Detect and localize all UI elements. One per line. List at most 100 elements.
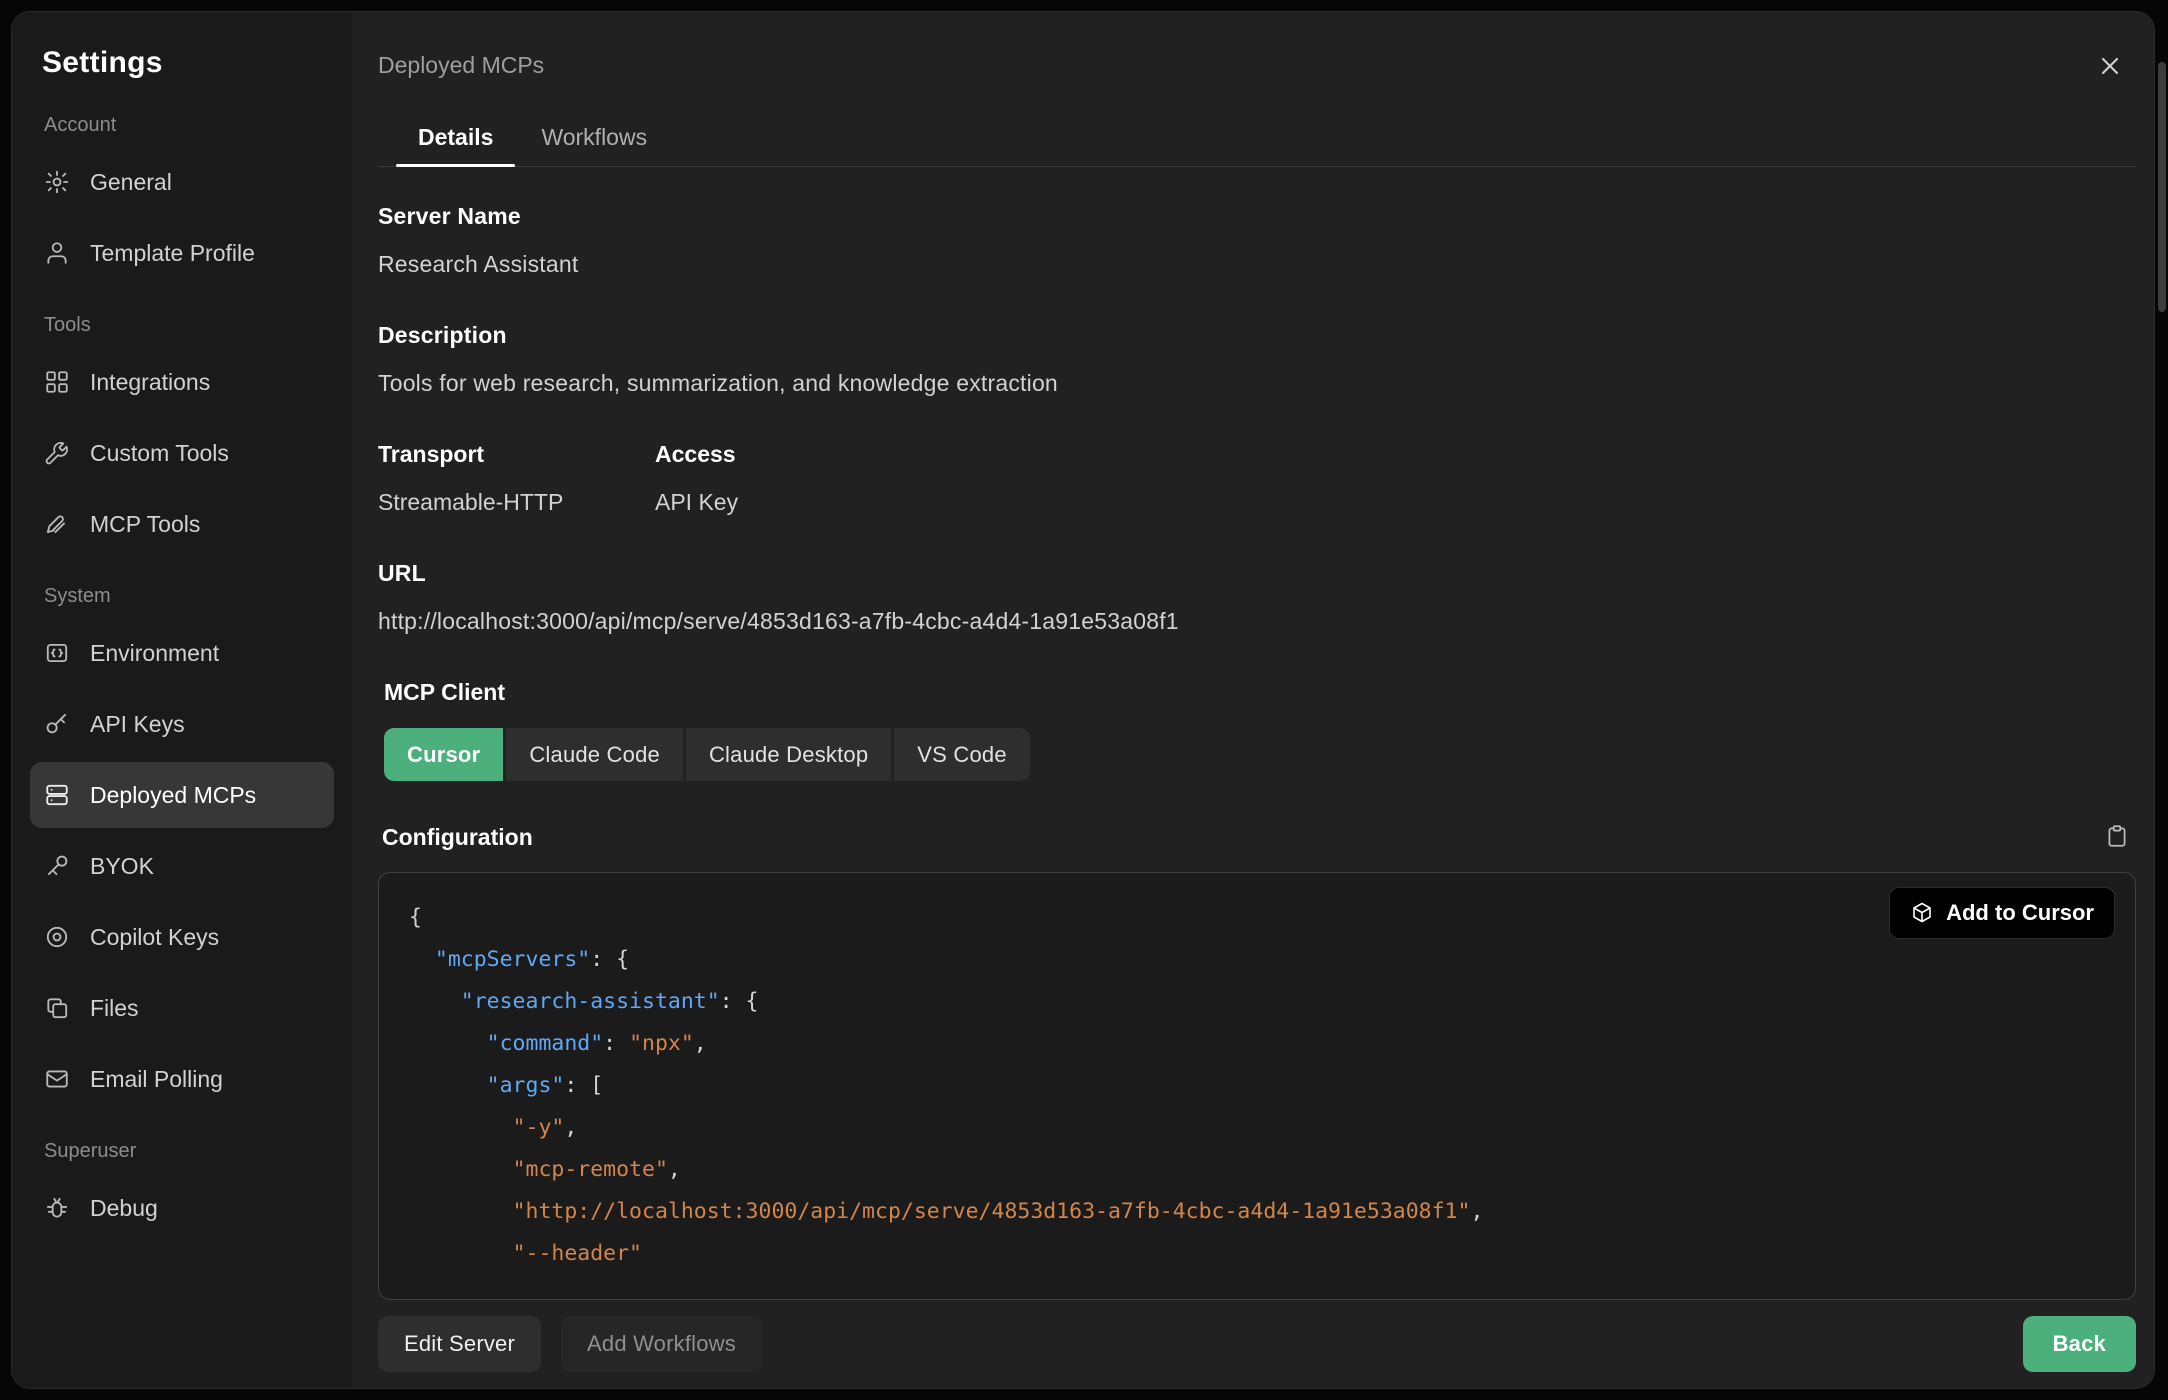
sidebar-item-label: Deployed MCPs	[90, 782, 256, 809]
server-name-value: Research Assistant	[378, 251, 2136, 278]
code-line: "args": [	[409, 1065, 2105, 1107]
gear-icon	[44, 169, 70, 195]
mcp-client-option-vs-code[interactable]: VS Code	[894, 728, 1029, 781]
mcp-client-field: MCP Client CursorClaude CodeClaude Deskt…	[384, 679, 2136, 781]
footer-actions: Edit Server Add Workflows Back	[378, 1316, 2136, 1374]
sidebar-section-tools: ToolsIntegrationsCustom ToolsMCP Tools	[30, 314, 334, 557]
sidebar-item-label: Template Profile	[90, 240, 255, 267]
close-button[interactable]	[2092, 48, 2128, 87]
transport-label: Transport	[378, 441, 655, 468]
sidebar-item-label: Copilot Keys	[90, 924, 219, 951]
files-icon	[44, 995, 70, 1021]
mcp-client-options: CursorClaude CodeClaude DesktopVS Code	[384, 728, 1030, 781]
url-field: URL http://localhost:3000/api/mcp/serve/…	[378, 560, 2136, 635]
tab-workflows[interactable]: Workflows	[517, 111, 671, 166]
user-icon	[44, 240, 70, 266]
settings-title: Settings	[42, 46, 334, 80]
scrollbar-thumb[interactable]	[2158, 62, 2166, 312]
sidebar: Settings Account General Template ProfileT…	[12, 12, 352, 1388]
mcp-client-label: MCP Client	[384, 679, 2136, 706]
sidebar-item-mcp-tools[interactable]: MCP Tools	[30, 491, 334, 557]
panel-header: Deployed MCPs	[378, 48, 2136, 87]
sidebar-item-label: General	[90, 169, 172, 196]
access-value: API Key	[655, 489, 738, 516]
sidebar-item-label: Integrations	[90, 369, 210, 396]
code-line: "-y",	[409, 1107, 2105, 1149]
scrollbar[interactable]	[2158, 14, 2166, 1386]
key-alt-icon	[44, 853, 70, 879]
mcp-logo-icon	[44, 511, 70, 537]
grid-icon	[44, 369, 70, 395]
mcp-client-option-claude-desktop[interactable]: Claude Desktop	[686, 728, 891, 781]
tab-details[interactable]: Details	[394, 111, 517, 166]
back-button[interactable]: Back	[2023, 1316, 2136, 1372]
copy-button[interactable]	[2102, 821, 2132, 854]
sidebar-item-label: Debug	[90, 1195, 158, 1222]
mail-icon	[44, 1066, 70, 1092]
sidebar-item-debug[interactable]: Debug	[30, 1175, 334, 1241]
sidebar-item-custom-tools[interactable]: Custom Tools	[30, 420, 334, 486]
close-icon	[2096, 52, 2124, 83]
url-label: URL	[378, 560, 2136, 587]
description-field: Description Tools for web research, summ…	[378, 322, 2136, 397]
sidebar-section-system: System Environment API Keys Deployed MCPs BY…	[30, 585, 334, 1112]
mcp-client-option-cursor[interactable]: Cursor	[384, 728, 503, 781]
sidebar-section-account: Account General Template Profile	[30, 114, 334, 286]
panel-title: Deployed MCPs	[378, 48, 544, 79]
server-name-field: Server Name Research Assistant	[378, 203, 2136, 278]
sidebar-item-integrations[interactable]: Integrations	[30, 349, 334, 415]
configuration-label: Configuration	[382, 824, 533, 851]
code-line: "http://localhost:3000/api/mcp/serve/485…	[409, 1191, 2105, 1233]
code-line: {	[409, 897, 2105, 939]
server-name-label: Server Name	[378, 203, 2136, 230]
braces-box-icon	[44, 640, 70, 666]
target-icon	[44, 924, 70, 950]
server-icon	[44, 782, 70, 808]
sidebar-item-files[interactable]: Files	[30, 975, 334, 1041]
transport-value: Streamable-HTTP	[378, 489, 655, 516]
sidebar-item-deployed-mcps[interactable]: Deployed MCPs	[30, 762, 334, 828]
sidebar-item-email-polling[interactable]: Email Polling	[30, 1046, 334, 1112]
settings-modal: Settings Account General Template Profile T…	[12, 12, 2154, 1388]
sidebar-item-label: MCP Tools	[90, 511, 200, 538]
configuration-header: Configuration	[382, 821, 2136, 854]
code-line: "mcp-remote",	[409, 1149, 2105, 1191]
sidebar-item-label: Files	[90, 995, 139, 1022]
main-panel: Deployed MCPs DetailsWorkflows Server Na…	[352, 12, 2154, 1388]
sidebar-nav: AccountGeneralTemplate ProfileToolsInteg…	[30, 114, 334, 1241]
sidebar-item-environment[interactable]: Environment	[30, 620, 334, 686]
sidebar-item-label: Environment	[90, 640, 219, 667]
sidebar-item-api-keys[interactable]: API Keys	[30, 691, 334, 757]
sidebar-section-superuser: Superuser Debug	[30, 1140, 334, 1241]
bug-icon	[44, 1195, 70, 1221]
cursor-logo-icon	[1910, 901, 1934, 925]
access-field: Access API Key	[655, 441, 738, 516]
add-to-cursor-button[interactable]: Add to Cursor	[1889, 887, 2115, 939]
tabs: DetailsWorkflows	[378, 111, 2136, 167]
sidebar-item-label: Email Polling	[90, 1066, 223, 1093]
add-to-cursor-label: Add to Cursor	[1946, 900, 2094, 926]
panel-body: Server Name Research Assistant Descripti…	[378, 167, 2136, 1374]
configuration-code: { "mcpServers": { "research-assistant": …	[409, 897, 2105, 1275]
sidebar-section-label: System	[44, 585, 334, 608]
configuration-code-block: { "mcpServers": { "research-assistant": …	[378, 872, 2136, 1300]
sidebar-item-label: Custom Tools	[90, 440, 229, 467]
mcp-client-option-claude-code[interactable]: Claude Code	[506, 728, 683, 781]
code-line: "--header"	[409, 1233, 2105, 1275]
add-workflows-button[interactable]: Add Workflows	[561, 1316, 762, 1372]
key-icon	[44, 711, 70, 737]
access-label: Access	[655, 441, 738, 468]
sidebar-item-general[interactable]: General	[30, 149, 334, 215]
sidebar-section-label: Superuser	[44, 1140, 334, 1163]
url-value: http://localhost:3000/api/mcp/serve/4853…	[378, 608, 2136, 635]
sidebar-item-copilot-keys[interactable]: Copilot Keys	[30, 904, 334, 970]
description-value: Tools for web research, summarization, a…	[378, 370, 2136, 397]
code-line: "mcpServers": {	[409, 939, 2105, 981]
sidebar-item-template-profile[interactable]: Template Profile	[30, 220, 334, 286]
sidebar-section-label: Account	[44, 114, 334, 137]
sidebar-item-label: API Keys	[90, 711, 185, 738]
sidebar-item-byok[interactable]: BYOK	[30, 833, 334, 899]
edit-server-button[interactable]: Edit Server	[378, 1316, 541, 1372]
transport-access-row: Transport Streamable-HTTP Access API Key	[378, 441, 2136, 516]
code-line: "command": "npx",	[409, 1023, 2105, 1065]
